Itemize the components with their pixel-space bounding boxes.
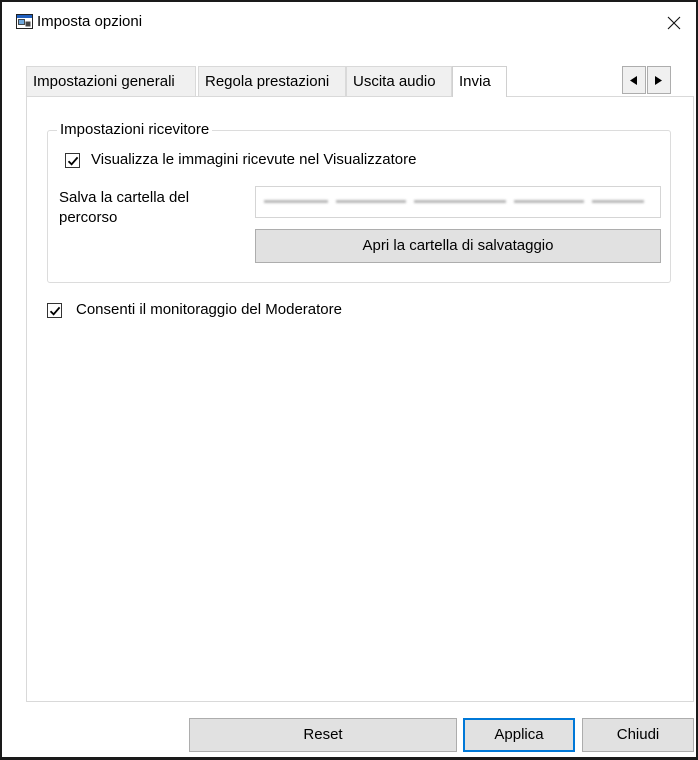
redacted-path-segment: [336, 200, 406, 203]
close-window-button[interactable]: [652, 2, 696, 46]
reset-button[interactable]: Reset: [189, 718, 457, 752]
tab-audio-output[interactable]: Uscita audio: [346, 66, 452, 96]
tab-label: Regola prestazioni: [205, 73, 330, 90]
save-folder-path-field[interactable]: [255, 186, 661, 218]
checkmark-icon: [67, 156, 79, 166]
checkmark-icon: [49, 306, 61, 316]
show-in-viewer-checkbox[interactable]: [65, 153, 80, 168]
save-folder-label: Salva la cartella del: [59, 189, 190, 206]
receiver-settings-legend: Impostazioni ricevitore: [57, 121, 213, 138]
redacted-path-segment: [264, 200, 328, 203]
send-tab-panel: Impostazioni ricevitore Visualizza le im…: [26, 96, 694, 702]
redacted-path-segment: [514, 200, 584, 203]
tab-performance[interactable]: Regola prestazioni: [198, 66, 346, 96]
redacted-path-segment: [414, 200, 506, 203]
tab-scroll-left-button[interactable]: [622, 66, 646, 94]
window-title: Imposta opzioni: [37, 13, 143, 30]
tab-general-settings[interactable]: Impostazioni generali: [26, 66, 196, 96]
tab-label: Uscita audio: [353, 73, 436, 90]
redacted-path-segment: [592, 200, 644, 203]
apply-button[interactable]: Applica: [463, 718, 575, 752]
app-icon: [16, 14, 33, 29]
tab-label: Impostazioni generali: [33, 73, 175, 90]
triangle-left-icon: [630, 76, 637, 85]
show-in-viewer-label: Visualizza le immagini ricevute nel Visu…: [91, 151, 417, 168]
tab-send[interactable]: Invia: [452, 66, 507, 97]
title-bar: Imposta opzioni: [2, 2, 696, 48]
tab-label: Invia: [459, 73, 491, 90]
open-save-folder-button[interactable]: Apri la cartella di salvataggio: [255, 229, 661, 263]
moderator-monitoring-checkbox[interactable]: [47, 303, 62, 318]
tab-scroll-right-button[interactable]: [647, 66, 671, 94]
options-dialog: Imposta opzioni Impostazioni generali Re…: [0, 0, 698, 760]
close-button[interactable]: Chiudi: [582, 718, 694, 752]
close-icon: [667, 16, 681, 30]
save-folder-label-line2: percorso: [59, 209, 118, 226]
triangle-right-icon: [655, 76, 662, 85]
moderator-monitoring-label: Consenti il monitoraggio del Moderatore: [76, 301, 342, 318]
